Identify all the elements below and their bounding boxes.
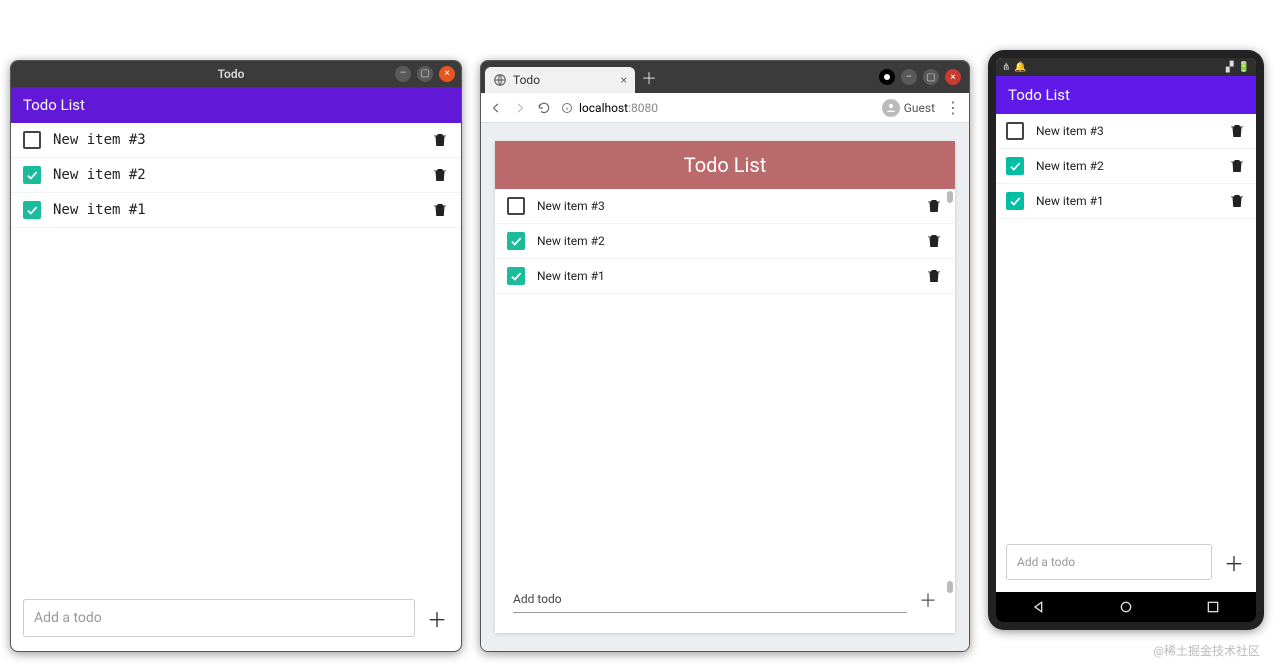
globe-icon [493,73,507,87]
add-button[interactable]: ＋ [1222,550,1246,574]
checkbox[interactable] [1006,122,1024,140]
scrollbar[interactable] [947,191,953,593]
watermark: @稀土掘金技术社区 [1153,642,1260,659]
add-todo-bar: Add a todo ＋ [996,536,1256,592]
checkbox[interactable] [23,201,41,219]
desktop-titlebar: Todo – ▢ × [11,61,461,87]
add-todo-input[interactable]: Add todo [513,586,907,613]
todo-row: New item #1 [11,193,461,228]
android-navbar [996,592,1256,622]
todo-label: New item #2 [53,167,419,183]
close-button[interactable]: × [439,66,455,82]
appbar-title: Todo List [684,153,767,177]
menu-icon[interactable]: ⋮ [945,98,961,117]
web-app: Todo List New item #3 New item #2 New it… [495,141,955,633]
bell-icon: 🔔 [1014,62,1026,73]
trash-icon[interactable] [925,267,943,285]
add-button[interactable]: ＋ [425,606,449,630]
browser-tab[interactable]: Todo × [485,67,635,93]
debug-icon: ⋔ [1002,62,1010,73]
back-nav-icon[interactable] [1031,599,1047,615]
browser-window: Todo × ＋ – ▢ × localhost:8080 Guest ⋮ To… [480,60,970,652]
appbar: Todo List [996,76,1256,114]
trash-icon[interactable] [431,166,449,184]
browser-toolbar: localhost:8080 Guest ⋮ [481,93,969,123]
battery-icon: 🔋 [1238,62,1250,73]
maximize-button[interactable]: ▢ [417,66,433,82]
window-title: Todo [67,67,395,81]
new-tab-button[interactable]: ＋ [639,67,659,87]
trash-icon[interactable] [925,197,943,215]
minimize-button[interactable]: – [901,69,917,85]
checkbox[interactable] [507,197,525,215]
todo-row: New item #3 [11,123,461,158]
browser-viewport: Todo List New item #3 New item #2 New it… [481,123,969,651]
add-todo-bar: Add a todo ＋ [11,589,461,651]
todo-row: New item #2 [495,224,955,259]
trash-icon[interactable] [1228,192,1246,210]
url-host: localhost [579,101,628,115]
maximize-button[interactable]: ▢ [923,69,939,85]
todo-row: New item #1 [996,184,1256,219]
todo-label: New item #3 [1036,124,1216,138]
status-bar: ⋔ 🔔 ▞ 🔋 [996,58,1256,76]
guest-label: Guest [904,101,935,115]
todo-label: New item #3 [53,132,419,148]
todo-row: New item #2 [996,149,1256,184]
close-icon[interactable]: × [621,73,627,87]
close-button[interactable]: × [945,69,961,85]
back-icon[interactable] [489,101,503,115]
todo-list: New item #3 New item #2 New item #1 [495,189,955,574]
add-todo-input[interactable]: Add a todo [23,599,415,637]
info-icon [561,102,573,114]
avatar-icon [882,99,900,117]
record-indicator [879,69,895,85]
todo-label: New item #1 [537,269,913,283]
todo-label: New item #1 [53,202,419,218]
mobile-screen: ⋔ 🔔 ▞ 🔋 Todo List New item #3 New item #… [996,58,1256,622]
todo-row: New item #3 [495,189,955,224]
appbar: Todo List [495,141,955,189]
todo-row: New item #1 [495,259,955,294]
checkbox[interactable] [507,267,525,285]
appbar-title: Todo List [23,96,85,114]
trash-icon[interactable] [431,201,449,219]
signal-icon: ▞ [1226,62,1234,73]
todo-list: New item #3 New item #2 New item #1 [996,114,1256,536]
trash-icon[interactable] [1228,157,1246,175]
forward-icon[interactable] [513,101,527,115]
todo-list: New item #3 New item #2 New item #1 [11,123,461,589]
add-todo-bar: Add todo ＋ [495,574,955,633]
tab-title: Todo [513,73,540,87]
appbar: Todo List [11,87,461,123]
todo-label: New item #2 [537,234,913,248]
browser-tabbar: Todo × ＋ – ▢ × [481,61,969,93]
trash-icon[interactable] [925,232,943,250]
add-todo-input[interactable]: Add a todo [1006,544,1212,580]
todo-label: New item #3 [537,199,913,213]
home-nav-icon[interactable] [1118,599,1134,615]
checkbox[interactable] [23,166,41,184]
url-port: :8080 [628,101,658,115]
address-bar[interactable]: localhost:8080 [561,101,872,115]
checkbox[interactable] [23,131,41,149]
todo-label: New item #2 [1036,159,1216,173]
reload-icon[interactable] [537,101,551,115]
checkbox[interactable] [1006,157,1024,175]
todo-row: New item #2 [11,158,461,193]
todo-label: New item #1 [1036,194,1216,208]
mobile-frame: ⋔ 🔔 ▞ 🔋 Todo List New item #3 New item #… [988,50,1264,630]
desktop-window: Todo – ▢ × Todo List New item #3 New ite… [10,60,462,652]
todo-row: New item #3 [996,114,1256,149]
trash-icon[interactable] [1228,122,1246,140]
recents-nav-icon[interactable] [1205,599,1221,615]
add-button[interactable]: ＋ [919,587,937,613]
checkbox[interactable] [507,232,525,250]
trash-icon[interactable] [431,131,449,149]
appbar-title: Todo List [1008,86,1070,104]
profile-button[interactable]: Guest [882,99,935,117]
minimize-button[interactable]: – [395,66,411,82]
checkbox[interactable] [1006,192,1024,210]
